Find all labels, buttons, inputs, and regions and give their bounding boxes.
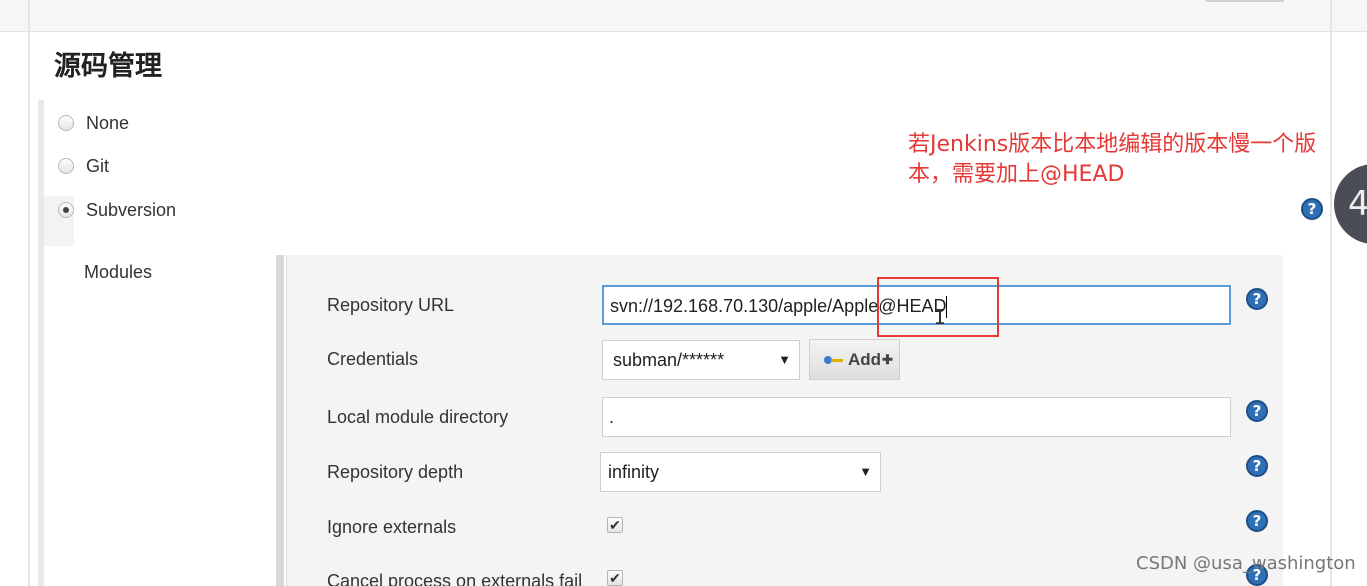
repository-url-help-icon[interactable]: ? (1246, 288, 1268, 310)
credentials-selected: subman/****** (613, 349, 725, 370)
scm-option-none[interactable]: None (58, 111, 129, 135)
local-module-directory-help-icon[interactable]: ? (1246, 400, 1268, 422)
scm-option-git[interactable]: Git (58, 154, 109, 178)
radio-label-git: Git (86, 155, 110, 176)
repository-url-label: Repository URL (327, 295, 455, 315)
local-module-directory-input[interactable]: . (602, 397, 1231, 437)
modules-rail (276, 255, 284, 586)
top-strip (0, 0, 1367, 32)
radio-label-none: None (86, 112, 130, 133)
cancel-process-checkbox[interactable]: ✔ (607, 570, 623, 586)
repository-depth-selected: infinity (608, 461, 660, 482)
key-icon (824, 354, 844, 366)
radio-git[interactable] (58, 158, 74, 174)
red-annotation-text: 若Jenkins版本比本地编辑的版本慢一个版本，需要加上@HEAD (908, 132, 1317, 187)
ignore-externals-checkbox[interactable]: ✔ (607, 517, 623, 533)
ignore-externals-help-icon[interactable]: ? (1246, 510, 1268, 532)
ignore-externals-label: Ignore externals (327, 517, 457, 537)
modules-label: Modules (84, 262, 153, 282)
radio-none[interactable] (58, 115, 74, 131)
credentials-label: Credentials (327, 349, 419, 369)
radio-subversion[interactable] (58, 202, 74, 218)
radio-rail (38, 100, 44, 586)
add-button-label: Add (848, 349, 882, 369)
add-credentials-button[interactable]: Add ✚ (809, 339, 900, 380)
top-corner-box (1206, 0, 1284, 2)
scm-option-subversion[interactable]: Subversion (58, 198, 176, 222)
watermark: CSDN @usa_washington (1136, 553, 1356, 574)
chevron-down-icon: ▼ (859, 464, 872, 479)
repository-depth-label: Repository depth (327, 462, 464, 482)
radio-label-subversion: Subversion (86, 199, 177, 220)
plus-icon: ✚ (882, 351, 893, 367)
section-title: 源码管理 (54, 51, 162, 82)
repository-depth-help-icon[interactable]: ? (1246, 455, 1268, 477)
left-rail (28, 0, 30, 586)
local-module-directory-label: Local module directory (327, 407, 509, 427)
subversion-help-icon[interactable]: ? (1301, 198, 1323, 220)
cancel-process-label: Cancel process on externals fail (327, 571, 583, 586)
repository-depth-select[interactable]: infinity ▼ (600, 452, 881, 492)
right-rail (1330, 0, 1332, 586)
credentials-select[interactable]: subman/****** ▼ (602, 340, 800, 380)
chevron-down-icon: ▼ (778, 352, 791, 367)
red-highlight-box (877, 277, 999, 337)
